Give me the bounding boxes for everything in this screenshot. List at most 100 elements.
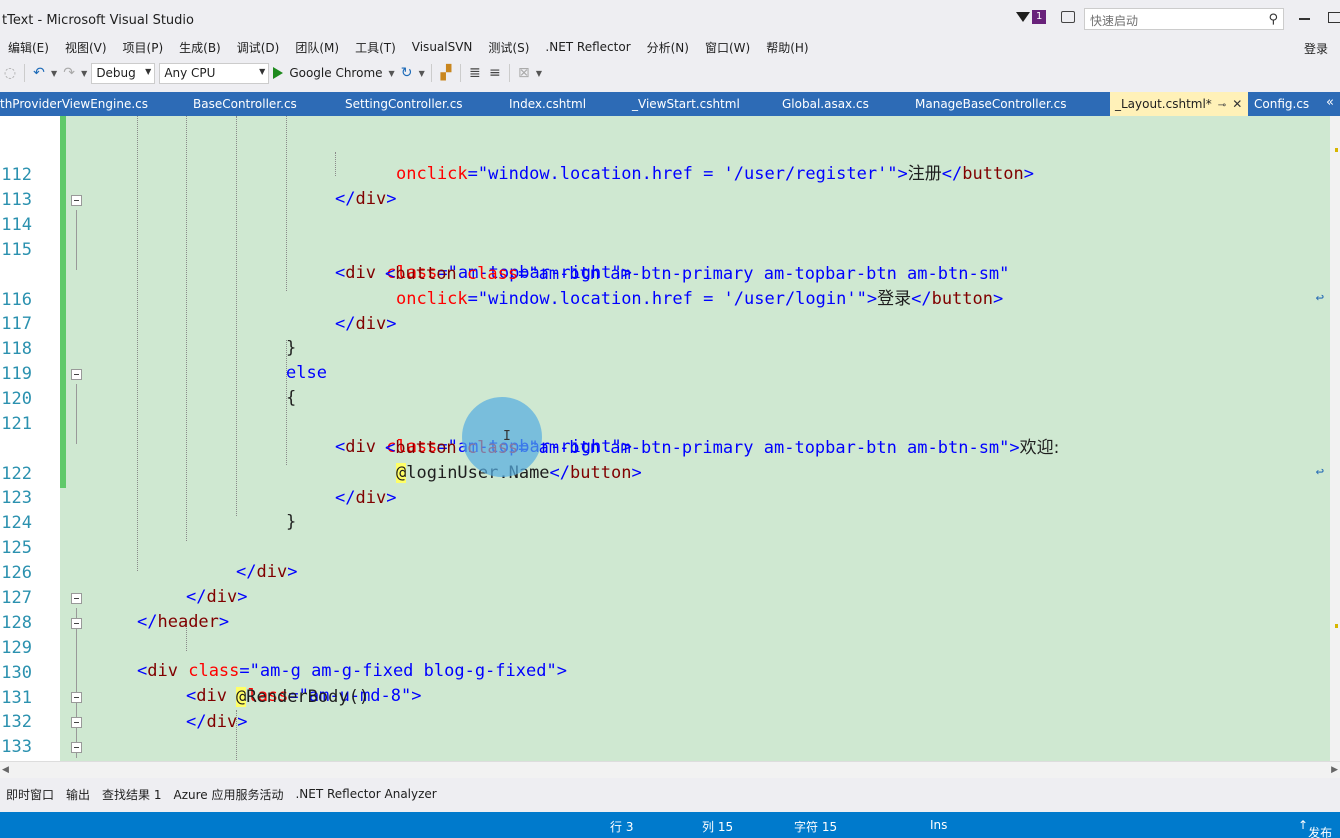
- undo-icon[interactable]: ↶: [31, 65, 47, 81]
- sign-in-link[interactable]: 登录: [1304, 40, 1328, 57]
- play-icon: [273, 67, 284, 79]
- notifications[interactable]: 1: [1016, 10, 1047, 24]
- horizontal-scrollbar[interactable]: ◀ ▶: [0, 761, 1340, 778]
- collapse-icon[interactable]: [71, 742, 82, 753]
- browser-link-icon[interactable]: ▞: [438, 65, 454, 81]
- feedback-icon[interactable]: [1061, 11, 1075, 23]
- collapse-icon[interactable]: [71, 618, 82, 629]
- status-character: 字符 15: [794, 820, 838, 834]
- platform-value: Any CPU: [164, 65, 216, 80]
- mouse-cursor-highlight: [462, 397, 542, 477]
- quick-launch-placeholder: 快速启动: [1090, 14, 1139, 28]
- tab-immediate-window[interactable]: 即时窗口: [0, 786, 60, 805]
- undo-dropdown-icon[interactable]: ▼: [51, 69, 57, 78]
- code-line: 115 <button class="am-btn am-btn-primary…: [0, 214, 1330, 306]
- code-line: 114 <div class="am-topbar-right">: [0, 189, 1330, 283]
- menu-project[interactable]: 项目(P): [115, 39, 172, 56]
- run-target-label: Google Chrome: [289, 66, 383, 80]
- scroll-left-icon[interactable]: ◀: [2, 765, 9, 775]
- configuration-value: Debug: [96, 65, 136, 80]
- tab-setting-controller[interactable]: SettingController.cs: [345, 92, 463, 116]
- code-line: onclick="window.location.href = '/user/r…: [0, 116, 1330, 184]
- tab-output[interactable]: 输出: [60, 786, 96, 805]
- search-icon: ⚲: [1268, 12, 1278, 27]
- toolbar-overflow-icon[interactable]: ▼: [536, 69, 542, 78]
- standard-toolbar: ◌ ↶ ▼ ↷ ▼ Debug ▼ Any CPU ▼ Google Chrom…: [0, 58, 1340, 88]
- tab-layout[interactable]: _Layout.cshtml* ⊸ ✕: [1110, 92, 1249, 116]
- collapse-icon[interactable]: [71, 593, 82, 604]
- menu-visualsvn[interactable]: VisualSVN: [404, 40, 481, 54]
- vertical-scrollbar[interactable]: [1330, 116, 1340, 761]
- code-line: 120 <div class="am-topbar-right">: [0, 363, 1330, 457]
- publish-label: 发布: [1308, 826, 1333, 838]
- tab-config[interactable]: Config.cs: [1254, 92, 1309, 116]
- bookmark-icon[interactable]: ⊠: [516, 65, 532, 81]
- pin-icon[interactable]: ⊸: [1218, 100, 1226, 111]
- minimize-icon[interactable]: [1299, 18, 1310, 20]
- menu-help[interactable]: 帮助(H): [758, 39, 816, 56]
- code-line: 124: [0, 487, 1330, 533]
- menu-tools[interactable]: 工具(T): [347, 39, 404, 56]
- tab-global-asax[interactable]: Global.asax.cs: [782, 92, 869, 116]
- maximize-icon[interactable]: [1328, 12, 1340, 23]
- tab-base-controller[interactable]: BaseController.cs: [193, 92, 297, 116]
- tab-viewstart[interactable]: _ViewStart.cshtml: [632, 92, 740, 116]
- toolbar-separator: [430, 64, 432, 82]
- redo-dropdown-icon[interactable]: ▼: [81, 69, 87, 78]
- indent-icon[interactable]: ≡: [487, 65, 503, 81]
- menu-analyze[interactable]: 分析(N): [639, 39, 697, 56]
- navigate-forward-icon[interactable]: ◌: [2, 65, 18, 81]
- refresh-icon[interactable]: ↻: [399, 65, 415, 81]
- code-line: 127 </header>: [0, 562, 1330, 632]
- configuration-select[interactable]: Debug ▼: [91, 62, 156, 84]
- collapse-icon[interactable]: [71, 717, 82, 728]
- status-insert-mode: Ins: [930, 818, 948, 832]
- run-target-dropdown-icon[interactable]: ▼: [389, 69, 395, 78]
- code-line: 122 </div>: [0, 438, 1330, 508]
- code-line: 116 </div>: [0, 264, 1330, 334]
- code-line: 119 {: [0, 338, 1330, 408]
- outdent-icon[interactable]: ≣: [467, 65, 483, 81]
- tab-find-results[interactable]: 查找结果 1: [96, 786, 167, 805]
- collapse-icon[interactable]: [71, 692, 82, 703]
- code-line: 112 </div>: [0, 139, 1330, 209]
- close-icon[interactable]: ✕: [1232, 97, 1242, 111]
- tab-reflector-analyzer[interactable]: .NET Reflector Analyzer: [289, 787, 442, 803]
- scroll-right-icon[interactable]: ▶: [1331, 765, 1338, 775]
- menu-reflector[interactable]: .NET Reflector: [537, 40, 638, 54]
- status-bar: 行 3 列 15 字符 15 Ins ↑ 发布: [0, 812, 1340, 838]
- menu-view[interactable]: 视图(V): [57, 39, 115, 56]
- code-line: 121 <button class="am-btn am-btn-primary…: [0, 388, 1330, 480]
- collapse-icon[interactable]: [71, 195, 82, 206]
- toolbar-separator: [24, 64, 25, 82]
- notification-badge: 1: [1032, 10, 1047, 24]
- status-column: 列 15: [702, 820, 734, 834]
- toolbar-separator: [459, 64, 461, 82]
- code-editor[interactable]: onclick="window.location.href = '/user/r…: [0, 116, 1340, 761]
- redo-icon[interactable]: ↷: [61, 65, 77, 81]
- tab-azure-activity[interactable]: Azure 应用服务活动: [167, 786, 289, 805]
- code-line: @loginUser.Name</button>: [0, 413, 1330, 483]
- code-line: 117 }: [0, 288, 1330, 358]
- menu-build[interactable]: 生成(B): [171, 39, 229, 56]
- menu-team[interactable]: 团队(M): [287, 39, 347, 56]
- tab-index[interactable]: Index.cshtml: [509, 92, 586, 116]
- refresh-dropdown-icon[interactable]: ▼: [419, 69, 425, 78]
- tab-manage-base-controller[interactable]: ManageBaseController.cs: [915, 92, 1066, 116]
- platform-select[interactable]: Any CPU ▼: [159, 62, 270, 84]
- publish-button[interactable]: ↑ 发布: [1298, 818, 1332, 838]
- code-line: 129 <div class="am-u-md-8">: [0, 612, 1330, 706]
- code-line: onclick="window.location.href = '/user/l…: [0, 239, 1330, 309]
- code-line: 133 <div class="am-panel-group">: [0, 711, 1330, 757]
- quick-launch-input[interactable]: 快速启动 ⚲: [1084, 8, 1284, 30]
- menu-window[interactable]: 窗口(W): [697, 39, 758, 56]
- start-debugging-button[interactable]: Google Chrome ▼: [273, 66, 395, 80]
- tab-overflow-icon[interactable]: «: [1326, 95, 1334, 110]
- menu-debug[interactable]: 调试(D): [229, 39, 288, 56]
- collapse-icon[interactable]: [71, 369, 82, 380]
- code-line: 118 else: [0, 313, 1330, 383]
- menu-test[interactable]: 测试(S): [480, 39, 537, 56]
- menu-edit[interactable]: 编辑(E): [0, 39, 57, 56]
- code-line: 123 }: [0, 462, 1330, 532]
- tab-provider-view-engine[interactable]: thProviderViewEngine.cs: [0, 92, 148, 116]
